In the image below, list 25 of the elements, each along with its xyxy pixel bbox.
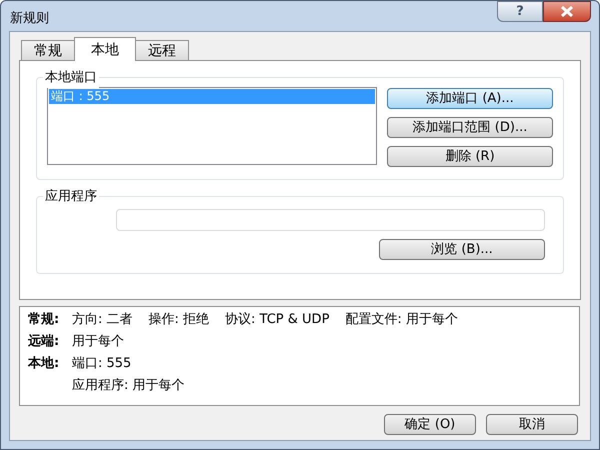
summary-label: 远端: xyxy=(28,333,60,352)
summary-value: 端口: 555 xyxy=(72,355,132,374)
group-title: 本地端口 xyxy=(43,68,99,88)
tab[interactable]: 远程 xyxy=(135,40,189,60)
tab[interactable]: 本地 xyxy=(74,37,136,61)
summary-value: 应用程序: 用于每个 xyxy=(72,377,185,396)
summary-value: 方向: 二者 xyxy=(72,311,133,330)
tab[interactable]: 常规 xyxy=(21,40,75,60)
dialog-button[interactable]: 确定 (O) xyxy=(384,414,476,435)
port-action-button[interactable]: 添加端口范围 (D)... xyxy=(387,117,553,138)
summary-value: 操作: 拒绝 xyxy=(148,311,210,330)
close-icon xyxy=(560,6,574,17)
browse-button[interactable]: 浏览 (B)... xyxy=(379,239,545,260)
dialog-button[interactable]: 取消 xyxy=(486,414,578,435)
close-button[interactable] xyxy=(543,1,591,22)
summary-value: 配置文件: 用于每个 xyxy=(345,311,458,330)
application-path-field[interactable] xyxy=(116,209,545,231)
help-button[interactable]: ? xyxy=(497,1,543,22)
summary-value: 协议: TCP & UDP xyxy=(225,311,330,330)
summary-value: 用于每个 xyxy=(72,333,124,352)
port-action-button[interactable]: 删除 (R) xyxy=(387,146,553,167)
summary-label: 本地: xyxy=(28,355,60,374)
window-title: 新规则 xyxy=(10,10,49,28)
port-action-button[interactable]: 添加端口 (A)... xyxy=(387,88,553,109)
summary-label: 常规: xyxy=(28,311,60,330)
